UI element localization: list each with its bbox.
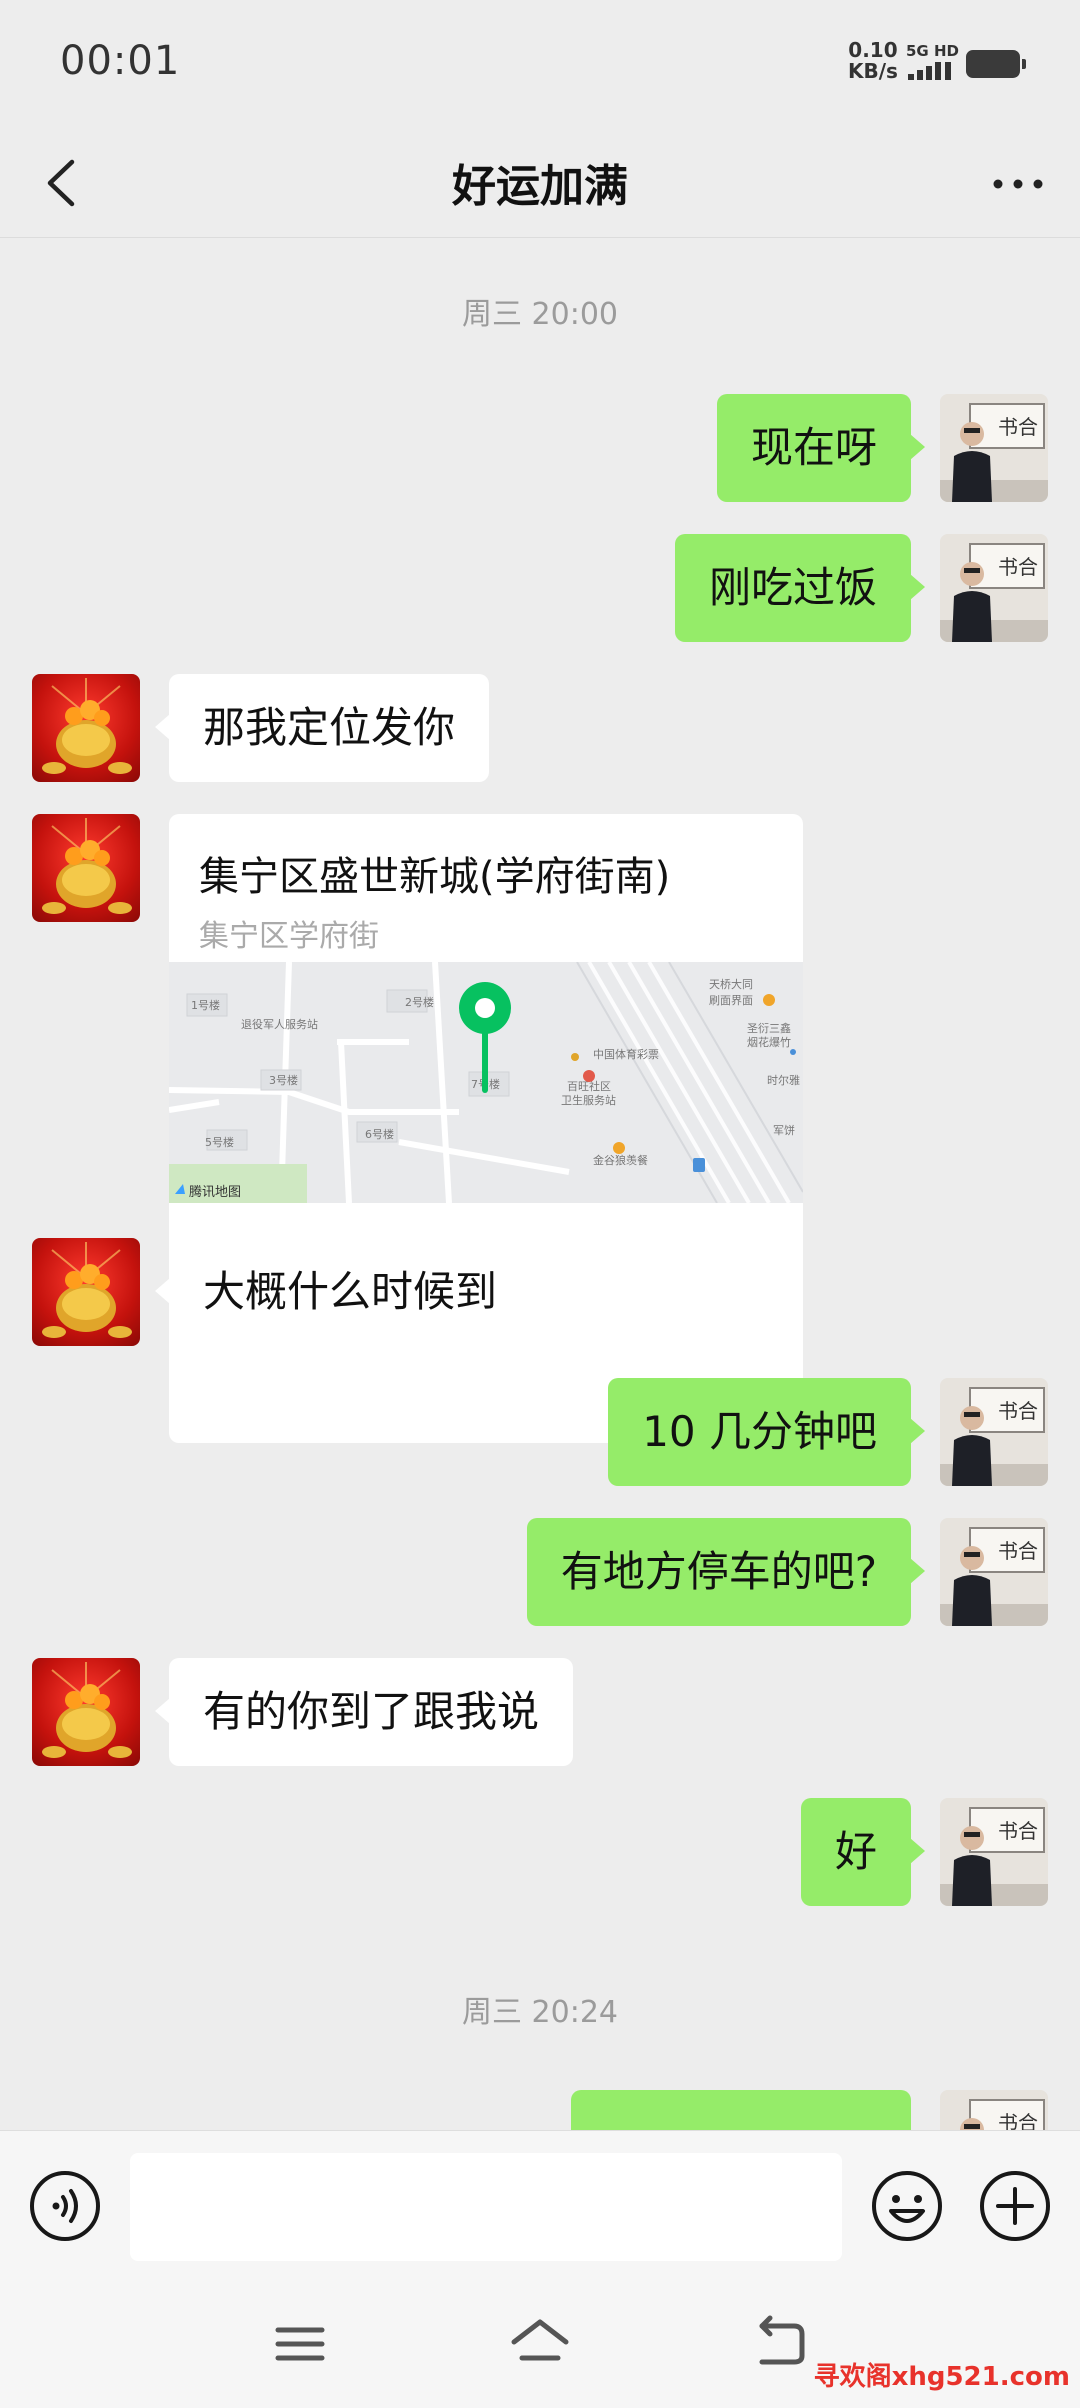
avatar-contact[interactable] — [32, 674, 140, 782]
avatar-self[interactable]: 书合 — [940, 2090, 1048, 2130]
location-message-card[interactable]: 集宁区盛世新城(学府街南) 集宁区学府街 1号楼 2号楼 退役军人服务站 3号楼… — [169, 814, 803, 1443]
signal-icon — [908, 62, 951, 80]
map-label: 1号楼 — [191, 998, 220, 1012]
map-label: 卫生服务站 — [561, 1093, 616, 1107]
message-bubble-outgoing[interactable]: 有地方停车的吧? — [526, 1518, 926, 1626]
network-type: 5G HD — [906, 42, 959, 60]
map-label: 天桥大同 — [709, 977, 753, 991]
message-bubble-incoming[interactable]: 大概什么时候到 — [154, 1238, 532, 1346]
location-name: 集宁区盛世新城(学府街南) — [199, 854, 671, 900]
avatar-contact-image — [42, 1662, 132, 1758]
chat-header: 好运加满 — [0, 130, 1080, 238]
map-label: 3号楼 — [269, 1073, 298, 1087]
svg-text:腾讯地图: 腾讯地图 — [189, 1184, 241, 1200]
battery-icon — [966, 50, 1026, 78]
status-bar: 00:01 0.10 KB/s 5G HD — [0, 0, 1080, 130]
network-speed-unit: KB/s — [848, 59, 898, 83]
avatar-self[interactable]: 书合 — [940, 1378, 1048, 1486]
svg-text:书合: 书合 — [998, 1399, 1038, 1423]
avatar-self-image: 书合 — [940, 534, 1048, 642]
voice-icon[interactable] — [28, 2169, 102, 2243]
svg-text:书合: 书合 — [998, 555, 1038, 579]
message-bubble-outgoing[interactable]: 刚吃过饭 — [674, 534, 926, 642]
map-label: 金谷狼羡餐 — [593, 1153, 648, 1167]
map-label: 退役军人服务站 — [241, 1017, 318, 1031]
emoji-icon[interactable] — [870, 2169, 944, 2243]
network-speed-value: 0.10 — [848, 38, 898, 62]
message-timestamp: 周三 20:24 — [462, 1995, 618, 2030]
message-bubble-incoming[interactable]: 有的你到了跟我说 — [154, 1658, 574, 1766]
watermark: 寻欢阁xhg521.com — [813, 2362, 1070, 2392]
svg-text:书合: 书合 — [998, 2111, 1038, 2130]
map-label: 烟花爆竹 — [747, 1035, 791, 1049]
avatar-contact-image — [42, 1242, 132, 1338]
avatar-self[interactable]: 书合 — [940, 1798, 1048, 1906]
avatar-self-image: 书合 — [940, 1798, 1048, 1906]
avatar-self-image: 书合 — [940, 1378, 1048, 1486]
plus-icon[interactable] — [978, 2169, 1052, 2243]
map-label: 军饼 — [773, 1123, 795, 1137]
location-address: 集宁区学府街 — [199, 919, 379, 954]
map-label: 刷面界面 — [709, 994, 753, 1007]
avatar-self-image: 书合 — [940, 394, 1048, 502]
location-map[interactable]: 1号楼 2号楼 退役军人服务站 3号楼 7号楼 6号楼 5号楼 中国体育彩票 百… — [169, 962, 803, 1203]
map-label: 圣衍三鑫 — [747, 1021, 791, 1035]
message-bubble-outgoing[interactable]: 10 几分钟吧 — [608, 1378, 925, 1486]
avatar-contact[interactable] — [32, 814, 140, 922]
map-label: 中国体育彩票 — [593, 1047, 659, 1061]
message-input[interactable] — [130, 2153, 842, 2261]
avatar-contact[interactable] — [32, 1658, 140, 1766]
message-timestamp: 周三 20:00 — [462, 297, 618, 332]
avatar-self-image: 书合 — [940, 1518, 1048, 1626]
message-bubble-outgoing[interactable]: 现在呀 — [716, 394, 926, 502]
avatar-self[interactable]: 书合 — [940, 1518, 1048, 1626]
message-bubble-outgoing-partial[interactable] — [571, 2090, 911, 2130]
avatar-contact-image — [42, 818, 132, 914]
svg-text:书合: 书合 — [998, 1819, 1038, 1843]
map-label: 5号楼 — [205, 1135, 234, 1149]
message-list[interactable]: 周三 20:00 现在呀 书合 刚吃过饭 书合 那我定位发你 集宁区盛世新城(学… — [0, 239, 1080, 2130]
home-icon[interactable] — [508, 2312, 572, 2376]
avatar-contact[interactable] — [32, 1238, 140, 1346]
message-bubble-outgoing[interactable]: 好 — [800, 1798, 926, 1906]
avatar-self[interactable]: 书合 — [940, 394, 1048, 502]
avatar-self[interactable]: 书合 — [940, 534, 1048, 642]
map-label: 6号楼 — [365, 1127, 394, 1141]
status-time: 00:01 — [60, 38, 181, 84]
chat-title: 好运加满 — [452, 161, 628, 212]
menu-icon[interactable] — [268, 2312, 332, 2376]
avatar-contact-image — [42, 678, 132, 774]
map-label: 时尔雅 — [767, 1073, 800, 1087]
map-label: 2号楼 — [405, 995, 434, 1009]
message-input-bar — [0, 2130, 1080, 2282]
svg-text:书合: 书合 — [998, 415, 1038, 439]
avatar-self-image: 书合 — [940, 2090, 1048, 2130]
back-nav-icon[interactable] — [748, 2312, 812, 2376]
message-bubble-incoming[interactable]: 那我定位发你 — [154, 674, 490, 782]
network-speed: 0.10 KB/s — [848, 40, 898, 82]
svg-text:书合: 书合 — [998, 1539, 1038, 1563]
more-icon[interactable] — [986, 154, 1050, 214]
